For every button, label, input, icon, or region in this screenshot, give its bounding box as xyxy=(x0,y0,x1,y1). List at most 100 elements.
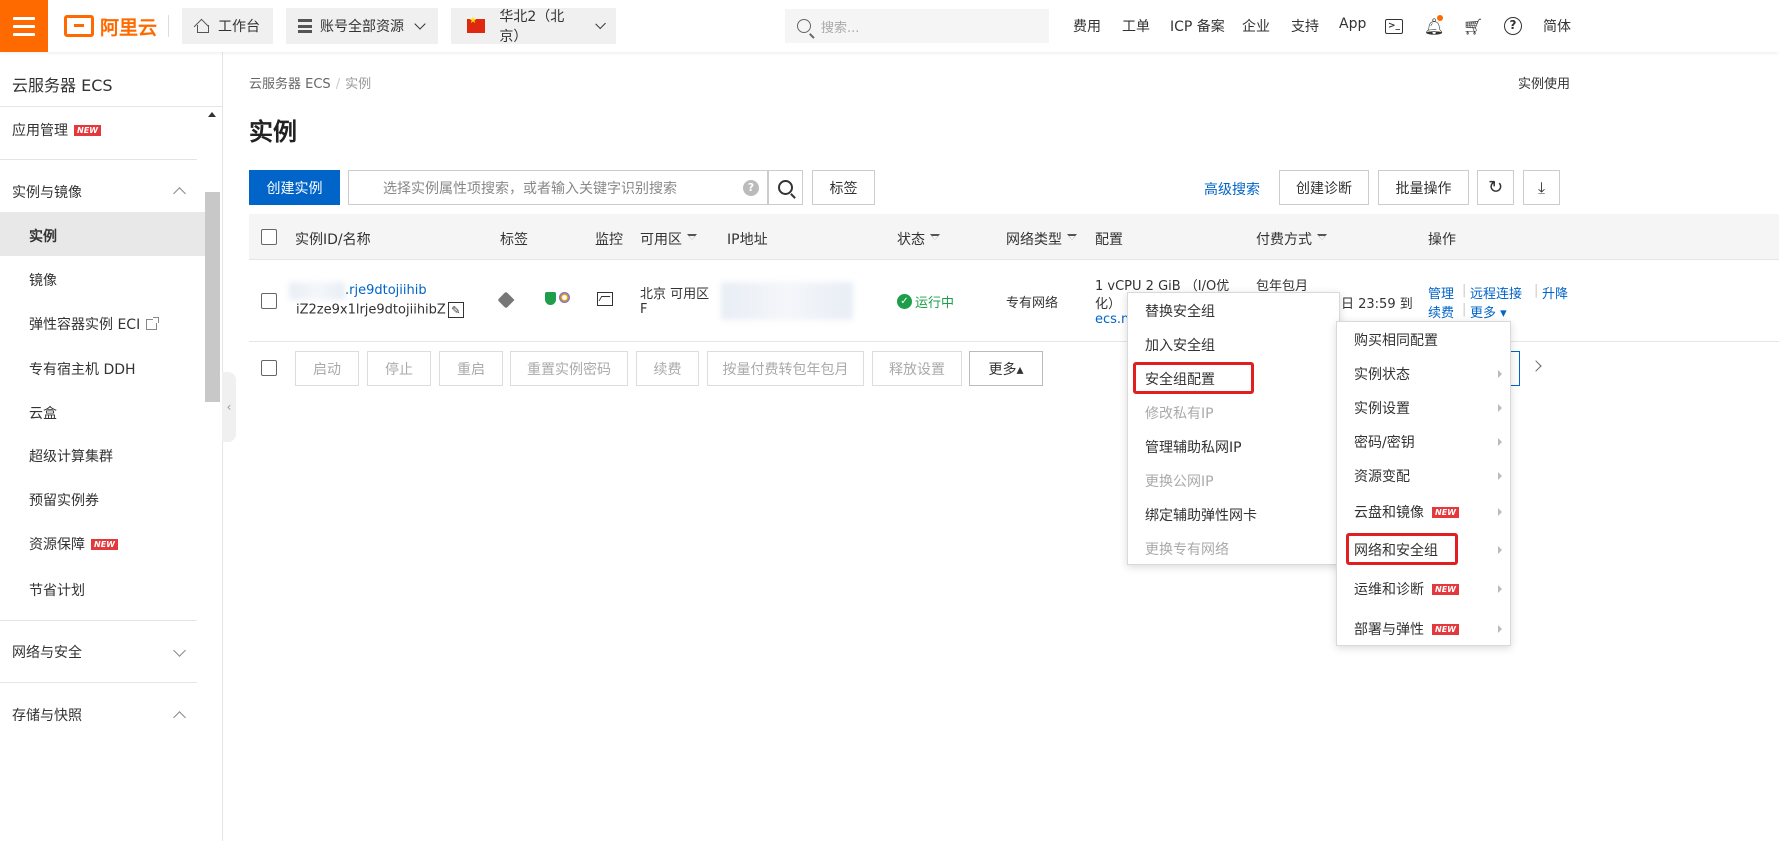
workbench-button[interactable]: 工作台 xyxy=(182,8,273,44)
download-icon[interactable]: ⤓ xyxy=(1523,170,1560,205)
sidebar-item-label: 资源保障 xyxy=(29,537,85,553)
sidebar-item-savings[interactable]: 节省计划 xyxy=(29,580,85,600)
batch-more-button[interactable]: 更多▴ xyxy=(969,351,1043,386)
sidebar-group-network[interactable]: 网络与安全 xyxy=(12,642,82,662)
menu-item[interactable]: 云盘和镜像 NEW xyxy=(1337,502,1510,522)
edit-icon[interactable]: ✎ xyxy=(447,302,464,318)
nav-enterprise[interactable]: 企业 xyxy=(1242,16,1270,36)
menu-item[interactable]: 资源变配 xyxy=(1337,466,1510,486)
nav-icp[interactable]: ICP 备案 xyxy=(1170,16,1225,36)
nav-support[interactable]: 支持 xyxy=(1291,16,1319,36)
sidebar-item-instance[interactable]: 实例 xyxy=(29,226,57,246)
submenu-item[interactable]: 管理辅助私网IP xyxy=(1128,437,1339,457)
chevron-up-icon[interactable] xyxy=(173,187,186,200)
renew-link[interactable]: 续费 xyxy=(1428,302,1454,321)
submenu-item[interactable]: 加入安全组 xyxy=(1128,335,1339,355)
sidebar-item-reserved[interactable]: 预留实例券 xyxy=(29,490,99,510)
nav-billing[interactable]: 费用 xyxy=(1073,16,1101,36)
instance-id-link[interactable]: .rje9dtojiihib xyxy=(345,283,427,298)
filter-icon[interactable] xyxy=(687,234,697,244)
pager-box[interactable] xyxy=(1510,351,1520,386)
create-diagnosis-button[interactable]: 创建诊断 xyxy=(1279,170,1369,205)
submenu-item[interactable]: 绑定辅助弹性网卡 xyxy=(1128,505,1339,525)
batch-start-button[interactable]: 启动 xyxy=(295,351,359,386)
col-billing[interactable]: 付费方式 xyxy=(1256,229,1327,249)
manage-link[interactable]: 管理 xyxy=(1428,283,1454,302)
batch-stop-button[interactable]: 停止 xyxy=(367,351,431,386)
refresh-icon[interactable]: ↻ xyxy=(1477,170,1514,205)
monitor-icon[interactable] xyxy=(597,292,613,310)
menu-item[interactable]: 部署与弹性 NEW xyxy=(1337,619,1510,639)
row-checkbox[interactable] xyxy=(261,293,277,309)
cart-icon[interactable]: 🛒︎ xyxy=(1462,15,1484,37)
advanced-search-link[interactable]: 高级搜索 xyxy=(1204,179,1260,199)
collapse-sidebar-toggle[interactable]: ‹ xyxy=(222,372,236,442)
tag-button[interactable]: 标签 xyxy=(812,170,875,205)
terminal-icon[interactable]: >_ xyxy=(1383,15,1405,37)
region-dropdown[interactable]: 华北2（北京） xyxy=(451,8,616,45)
batch-reset-password-button[interactable]: 重置实例密码 xyxy=(510,351,628,386)
sidebar-scrollbar[interactable] xyxy=(205,192,220,402)
question-icon[interactable]: ? xyxy=(743,180,759,196)
batch-convert-billing-button[interactable]: 按量付费转包年包月 xyxy=(707,351,864,386)
batch-release-button[interactable]: 释放设置 xyxy=(872,351,962,386)
sidebar-item-cloudbox[interactable]: 云盒 xyxy=(29,403,57,423)
col-zone[interactable]: 可用区 xyxy=(640,229,697,249)
sidebar-item-assurance[interactable]: 资源保障 NEW xyxy=(29,534,118,554)
filter-icon[interactable] xyxy=(1317,234,1327,244)
more-actions-link[interactable]: 更多 ▾ xyxy=(1470,302,1507,321)
help-icon[interactable]: ? xyxy=(1502,15,1524,37)
submenu-item[interactable]: 替换安全组 xyxy=(1128,301,1339,321)
instance-usage-link[interactable]: 实例使用 xyxy=(1518,73,1570,92)
breadcrumb-separator: / xyxy=(335,77,341,92)
resource-scope-dropdown[interactable]: 账号全部资源 xyxy=(286,8,438,44)
menu-item[interactable]: 实例状态 xyxy=(1337,364,1510,384)
select-all-checkbox[interactable] xyxy=(261,229,277,245)
filter-icon[interactable] xyxy=(1067,234,1077,244)
language-switch[interactable]: 简体 xyxy=(1543,16,1571,36)
menu-item-label: 运维和诊断 xyxy=(1354,582,1424,598)
batch-restart-button[interactable]: 重启 xyxy=(439,351,503,386)
col-network-type[interactable]: 网络类型 xyxy=(1006,229,1077,249)
search-button[interactable] xyxy=(768,170,803,205)
upgrade-link[interactable]: 升降 xyxy=(1542,283,1568,302)
menu-item[interactable]: 网络和安全组 xyxy=(1337,540,1510,560)
nav-tickets[interactable]: 工单 xyxy=(1122,16,1150,36)
chevron-right-icon[interactable] xyxy=(1530,360,1542,372)
col-status[interactable]: 状态 xyxy=(897,229,940,249)
chevron-up-icon[interactable] xyxy=(173,711,186,724)
breadcrumb-link[interactable]: 云服务器 ECS xyxy=(249,77,331,92)
aliyun-logo[interactable]: 阿里云 xyxy=(64,13,157,39)
remote-connect-link[interactable]: 远程连接 xyxy=(1470,283,1522,302)
batch-renew-button[interactable]: 续费 xyxy=(636,351,699,386)
batch-select-checkbox[interactable] xyxy=(261,360,277,376)
filter-icon[interactable] xyxy=(930,234,940,244)
sidebar-item-image[interactable]: 镜像 xyxy=(29,270,57,290)
menu-item[interactable]: 购买相同配置 xyxy=(1337,330,1510,350)
instance-search-input[interactable]: 选择实例属性项搜索，或者输入关键字识别搜索 ? xyxy=(348,170,768,205)
security-status[interactable] xyxy=(545,292,570,305)
menu-item[interactable]: 密码/密钥 xyxy=(1337,432,1510,452)
sidebar-item-scc[interactable]: 超级计算集群 xyxy=(29,446,113,466)
scroll-up-icon[interactable] xyxy=(208,112,216,117)
chevron-down-icon[interactable] xyxy=(173,644,186,657)
sidebar-group-instance-image[interactable]: 实例与镜像 xyxy=(12,182,82,202)
create-instance-button[interactable]: 创建实例 xyxy=(249,170,340,205)
menu-item-label: 实例状态 xyxy=(1354,367,1410,383)
sidebar-item-ddh[interactable]: 专有宿主机 DDH xyxy=(29,359,136,379)
global-search-input[interactable]: 搜索... xyxy=(785,9,1049,43)
tag-icon[interactable] xyxy=(497,291,515,310)
sidebar-item-eci[interactable]: 弹性容器实例 ECI xyxy=(29,314,160,334)
menu-item[interactable]: 实例设置 xyxy=(1337,398,1510,418)
menu-item[interactable]: 运维和诊断 NEW xyxy=(1337,579,1510,599)
nav-app[interactable]: App xyxy=(1339,16,1366,32)
menu-icon[interactable] xyxy=(0,0,48,52)
workbench-label: 工作台 xyxy=(218,19,260,35)
redacted-id xyxy=(289,282,345,300)
batch-operations-button[interactable]: 批量操作 xyxy=(1378,170,1469,205)
sidebar-group-storage[interactable]: 存储与快照 xyxy=(12,705,82,725)
bell-icon[interactable]: 🔔︎ xyxy=(1423,15,1445,37)
menu-item-label: 部署与弹性 xyxy=(1354,622,1424,638)
submenu-item[interactable]: 安全组配置 xyxy=(1128,369,1339,389)
sidebar-item-app-mgmt[interactable]: 应用管理 NEW xyxy=(12,120,101,140)
